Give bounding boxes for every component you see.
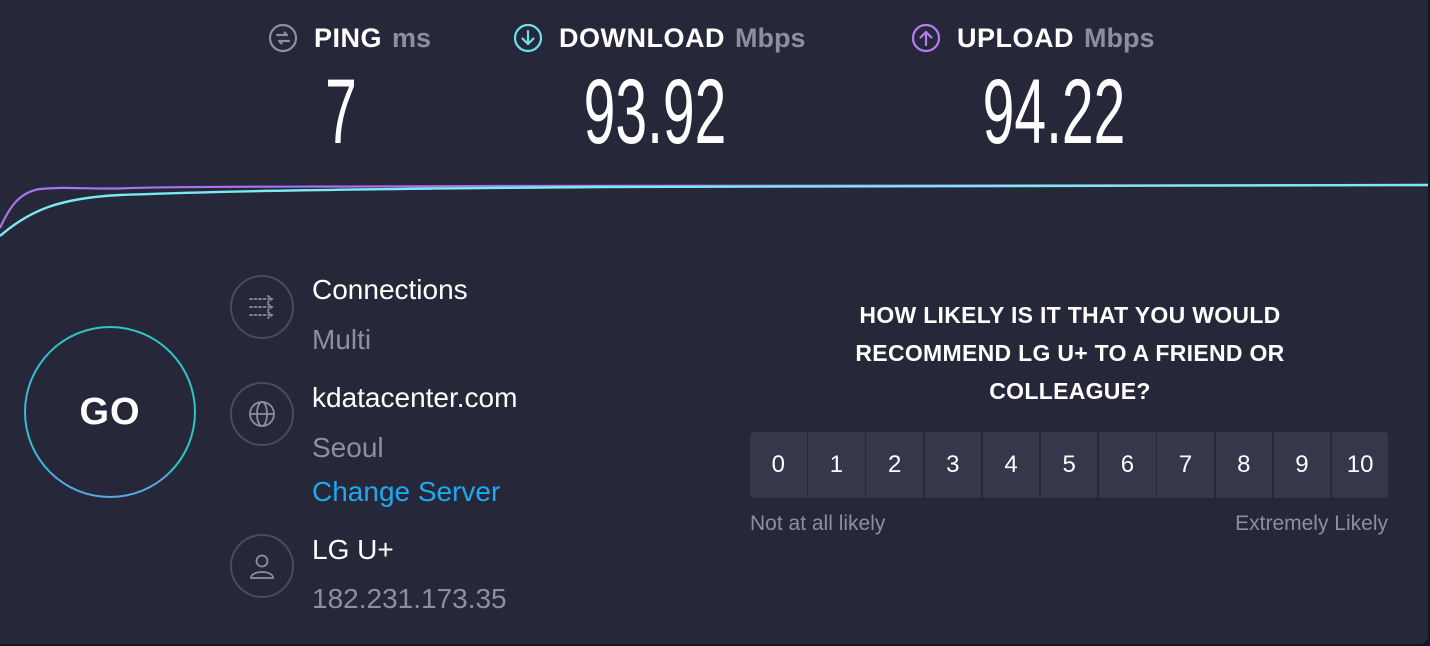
- scale-option-3[interactable]: 3: [924, 432, 982, 498]
- upload-arrow-icon: [911, 23, 941, 53]
- scale-option-9[interactable]: 9: [1273, 432, 1331, 498]
- download-label: DOWNLOAD: [559, 22, 725, 53]
- download-speed-line: [0, 183, 1428, 237]
- go-button[interactable]: GO: [24, 326, 196, 498]
- scale-option-5[interactable]: 5: [1040, 432, 1098, 498]
- survey-question: HOW LIKELY IS IT THAT YOU WOULD RECOMMEN…: [855, 302, 1285, 404]
- globe-icon: [230, 382, 294, 446]
- scale-high-label: Extremely Likely: [1235, 512, 1388, 535]
- upload-header: UPLOAD Mbps: [911, 20, 1155, 56]
- upload-value: 94.22: [982, 61, 1126, 163]
- ping-value: 7: [325, 61, 357, 163]
- download-header: DOWNLOAD Mbps: [513, 20, 805, 56]
- provider-ip: 182.231.173.35: [312, 583, 507, 614]
- speedtest-result-panel: PING ms 7 DOWNLOAD Mbps 93.92 UPLOAD Mbp…: [0, 0, 1428, 644]
- download-value: 93.92: [583, 61, 727, 163]
- speed-graph: [0, 183, 1428, 237]
- connections-mode: Multi: [312, 324, 372, 355]
- scale-option-0[interactable]: 0: [750, 432, 807, 498]
- ping-label: PING: [314, 22, 383, 53]
- recommend-scale: 0 1 2 3 4 5 6 7 8 9 10: [750, 432, 1390, 498]
- connections-title: Connections: [312, 274, 468, 305]
- scale-low-label: Not at all likely: [750, 512, 886, 535]
- scale-option-7[interactable]: 7: [1157, 432, 1214, 498]
- ping-header: PING ms: [268, 20, 431, 56]
- scale-option-4[interactable]: 4: [982, 432, 1040, 498]
- ping-unit: ms: [392, 22, 432, 53]
- go-button-label: GO: [79, 390, 141, 433]
- change-server-link[interactable]: Change Server: [312, 476, 500, 508]
- scale-option-6[interactable]: 6: [1099, 432, 1156, 498]
- server-host: kdatacenter.com: [312, 382, 518, 413]
- provider-name: LG U+: [312, 534, 394, 565]
- scale-option-1[interactable]: 1: [808, 432, 865, 498]
- connections-icon: [230, 275, 294, 339]
- download-arrow-icon: [513, 23, 543, 53]
- download-unit: Mbps: [734, 22, 806, 53]
- ping-metric: PING ms 7: [268, 20, 431, 163]
- scale-option-8[interactable]: 8: [1215, 432, 1272, 498]
- upload-unit: Mbps: [1084, 22, 1155, 53]
- server-location: Seoul: [312, 432, 384, 463]
- upload-metric: UPLOAD Mbps 94.22: [911, 20, 1155, 163]
- download-metric: DOWNLOAD Mbps 93.92: [513, 20, 805, 163]
- scale-option-10[interactable]: 10: [1331, 432, 1389, 498]
- scale-option-2[interactable]: 2: [866, 432, 923, 498]
- ping-icon: [268, 23, 298, 53]
- user-icon: [230, 534, 294, 598]
- upload-label: UPLOAD: [957, 22, 1074, 53]
